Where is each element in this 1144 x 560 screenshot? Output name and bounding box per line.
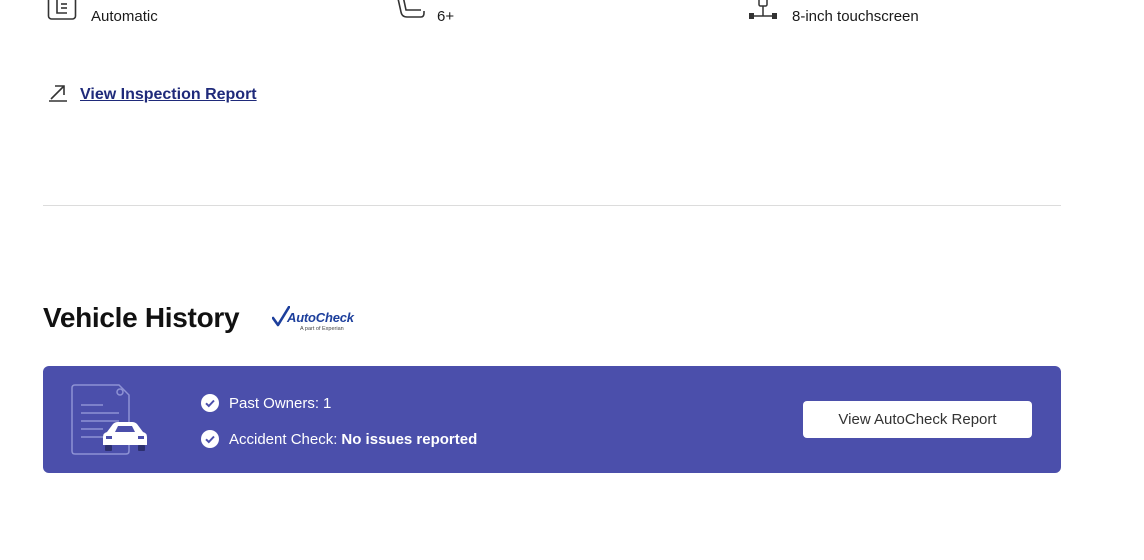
history-item-accident-check: Accident Check: No issues reported <box>201 428 477 450</box>
accident-check-label: Accident Check: <box>229 430 338 448</box>
spec-transmission-label: Automatic <box>91 7 158 25</box>
vehicle-history-title: Vehicle History <box>43 302 240 333</box>
view-autocheck-report-button[interactable]: View AutoCheck Report <box>803 401 1032 438</box>
section-divider <box>43 205 1061 206</box>
spec-seats-label: 6+ <box>437 7 455 25</box>
autocheck-banner: Past Owners: 1 Accident Check: No issues… <box>43 366 1061 473</box>
spec-touchscreen-label: 8-inch touchscreen <box>792 7 919 25</box>
view-inspection-report-label[interactable]: View Inspection Report <box>80 86 257 104</box>
history-items: Past Owners: 1 Accident Check: No issues… <box>201 392 477 464</box>
spec-transmission: Automatic <box>47 0 158 30</box>
past-owners-label: Past Owners: <box>229 394 320 412</box>
transmission-icon <box>47 0 77 33</box>
history-item-past-owners: Past Owners: 1 <box>201 392 477 414</box>
seat-icon <box>393 0 427 33</box>
check-circle-icon <box>201 394 219 412</box>
accident-check-value: No issues reported <box>341 430 478 448</box>
autocheck-logo-tagline: A part of Experian <box>300 326 344 332</box>
autocheck-logo: AutoCheck A part of Experian <box>272 306 367 336</box>
page: Automatic 6+ 8-inch touchscreen View Ins… <box>0 0 1144 560</box>
past-owners-value: 1 <box>323 394 332 412</box>
spec-touchscreen: 8-inch touchscreen <box>748 0 919 30</box>
touchscreen-icon <box>748 0 778 33</box>
autocheck-logo-name: AutoCheck <box>287 310 354 325</box>
check-circle-icon <box>201 430 219 448</box>
spec-seats: 6+ <box>393 0 454 30</box>
arrow-up-right-icon <box>48 82 68 107</box>
view-inspection-report-link[interactable]: View Inspection Report <box>48 82 257 107</box>
document-car-icon <box>69 383 149 462</box>
